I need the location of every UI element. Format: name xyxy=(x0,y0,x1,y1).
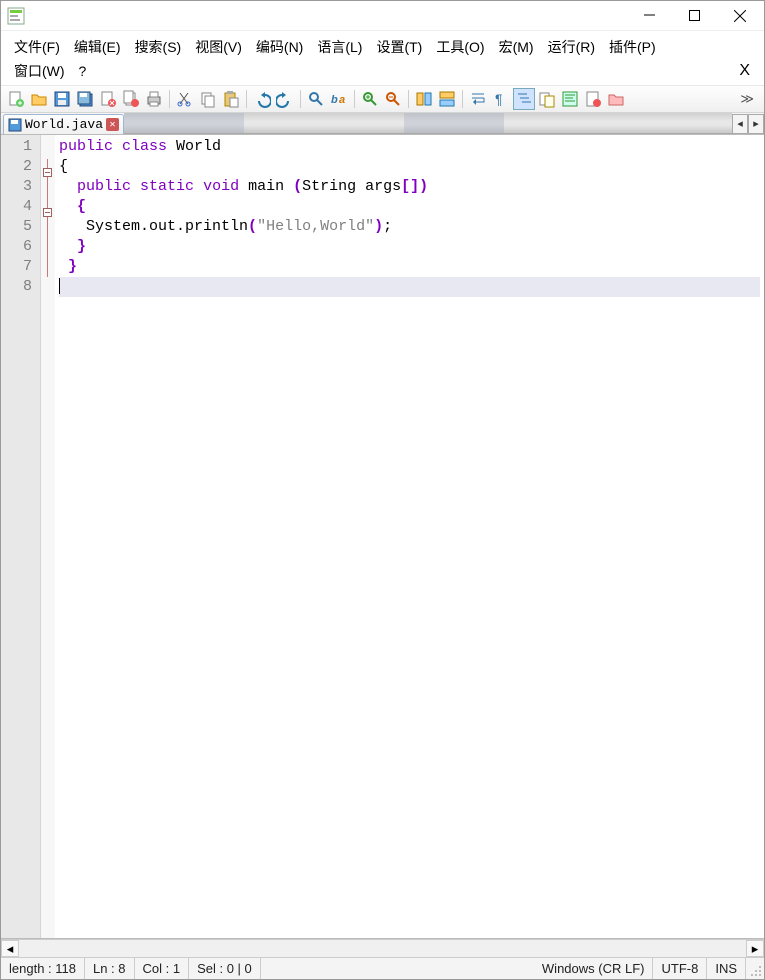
tab-world-java[interactable]: World.java ✕ xyxy=(3,114,124,134)
sync-v-icon[interactable] xyxy=(413,88,435,110)
find-icon[interactable] xyxy=(305,88,327,110)
menu-language[interactable]: 语言(L) xyxy=(310,35,369,59)
undo-icon[interactable] xyxy=(251,88,273,110)
minimize-button[interactable] xyxy=(627,2,672,30)
menu-edit[interactable]: 编辑(E) xyxy=(67,35,128,59)
toolbar: ba ¶ ≫ xyxy=(1,85,764,113)
editor[interactable]: 12345678 public class World{ public stat… xyxy=(1,135,764,939)
paste-icon[interactable] xyxy=(220,88,242,110)
app-icon xyxy=(7,7,25,25)
folder-icon[interactable] xyxy=(605,88,627,110)
svg-text:¶: ¶ xyxy=(495,91,503,107)
svg-text:a: a xyxy=(339,94,345,106)
zoom-out-icon[interactable] xyxy=(382,88,404,110)
open-file-icon[interactable] xyxy=(28,88,50,110)
print-icon[interactable] xyxy=(143,88,165,110)
menu-tools[interactable]: 工具(O) xyxy=(429,35,491,59)
close-all-icon[interactable] xyxy=(120,88,142,110)
save-icon[interactable] xyxy=(51,88,73,110)
folder-as-workspace-icon[interactable] xyxy=(536,88,558,110)
zoom-in-icon[interactable] xyxy=(359,88,381,110)
svg-text:b: b xyxy=(331,94,338,106)
tab-strip xyxy=(124,113,732,134)
menu-settings[interactable]: 设置(T) xyxy=(369,35,429,59)
indent-guide-icon[interactable] xyxy=(513,88,535,110)
status-length: length : 118 xyxy=(1,958,85,979)
status-sel: Sel : 0 | 0 xyxy=(189,958,261,979)
redo-icon[interactable] xyxy=(274,88,296,110)
menu-run[interactable]: 运行(R) xyxy=(541,35,602,59)
copy-icon[interactable] xyxy=(197,88,219,110)
menu-view[interactable]: 视图(V) xyxy=(188,35,249,59)
save-all-icon[interactable] xyxy=(74,88,96,110)
menu-search[interactable]: 搜索(S) xyxy=(128,35,189,59)
titlebar xyxy=(1,1,764,31)
tab-save-icon xyxy=(8,118,22,132)
statusbar: length : 118 Ln : 8 Col : 1 Sel : 0 | 0 … xyxy=(1,957,764,979)
menu-file[interactable]: 文件(F) xyxy=(7,35,67,59)
status-ln: Ln : 8 xyxy=(85,958,135,979)
cut-icon[interactable] xyxy=(174,88,196,110)
close-tab-x[interactable]: X xyxy=(731,62,758,80)
status-eol[interactable]: Windows (CR LF) xyxy=(534,958,654,979)
status-col: Col : 1 xyxy=(135,958,190,979)
horizontal-scrollbar[interactable]: ◂ ▸ xyxy=(1,939,764,957)
menubar: 文件(F) 编辑(E) 搜索(S) 视图(V) 编码(N) 语言(L) 设置(T… xyxy=(1,31,764,85)
scroll-right-icon[interactable]: ▸ xyxy=(746,940,764,957)
status-encoding[interactable]: UTF-8 xyxy=(653,958,707,979)
close-window-button[interactable] xyxy=(717,2,762,30)
wordwrap-icon[interactable] xyxy=(467,88,489,110)
tabbar: World.java ✕ ◂ ▸ xyxy=(1,113,764,135)
tab-close-icon[interactable]: ✕ xyxy=(106,118,119,131)
doc-map-icon[interactable] xyxy=(559,88,581,110)
function-list-icon[interactable] xyxy=(582,88,604,110)
line-number-gutter: 12345678 xyxy=(1,135,41,938)
status-ins[interactable]: INS xyxy=(707,958,746,979)
tab-label: World.java xyxy=(25,117,103,132)
menu-encoding[interactable]: 编码(N) xyxy=(249,35,310,59)
menu-macro[interactable]: 宏(M) xyxy=(492,35,541,59)
tab-scroll-left-icon[interactable]: ◂ xyxy=(732,114,748,134)
scroll-left-icon[interactable]: ◂ xyxy=(1,940,19,957)
resize-grip-icon[interactable] xyxy=(746,958,764,979)
maximize-button[interactable] xyxy=(672,2,717,30)
code-area[interactable]: public class World{ public static void m… xyxy=(55,135,764,938)
new-file-icon[interactable] xyxy=(5,88,27,110)
close-file-icon[interactable] xyxy=(97,88,119,110)
menu-window[interactable]: 窗口(W) xyxy=(7,59,72,83)
tab-scroll-right-icon[interactable]: ▸ xyxy=(748,114,764,134)
sync-h-icon[interactable] xyxy=(436,88,458,110)
toolbar-overflow[interactable]: ≫ xyxy=(734,91,760,107)
replace-icon[interactable]: ba xyxy=(328,88,350,110)
menu-plugins[interactable]: 插件(P) xyxy=(602,35,663,59)
show-all-chars-icon[interactable]: ¶ xyxy=(490,88,512,110)
fold-column[interactable] xyxy=(41,135,55,938)
menu-help[interactable]: ? xyxy=(72,61,94,81)
